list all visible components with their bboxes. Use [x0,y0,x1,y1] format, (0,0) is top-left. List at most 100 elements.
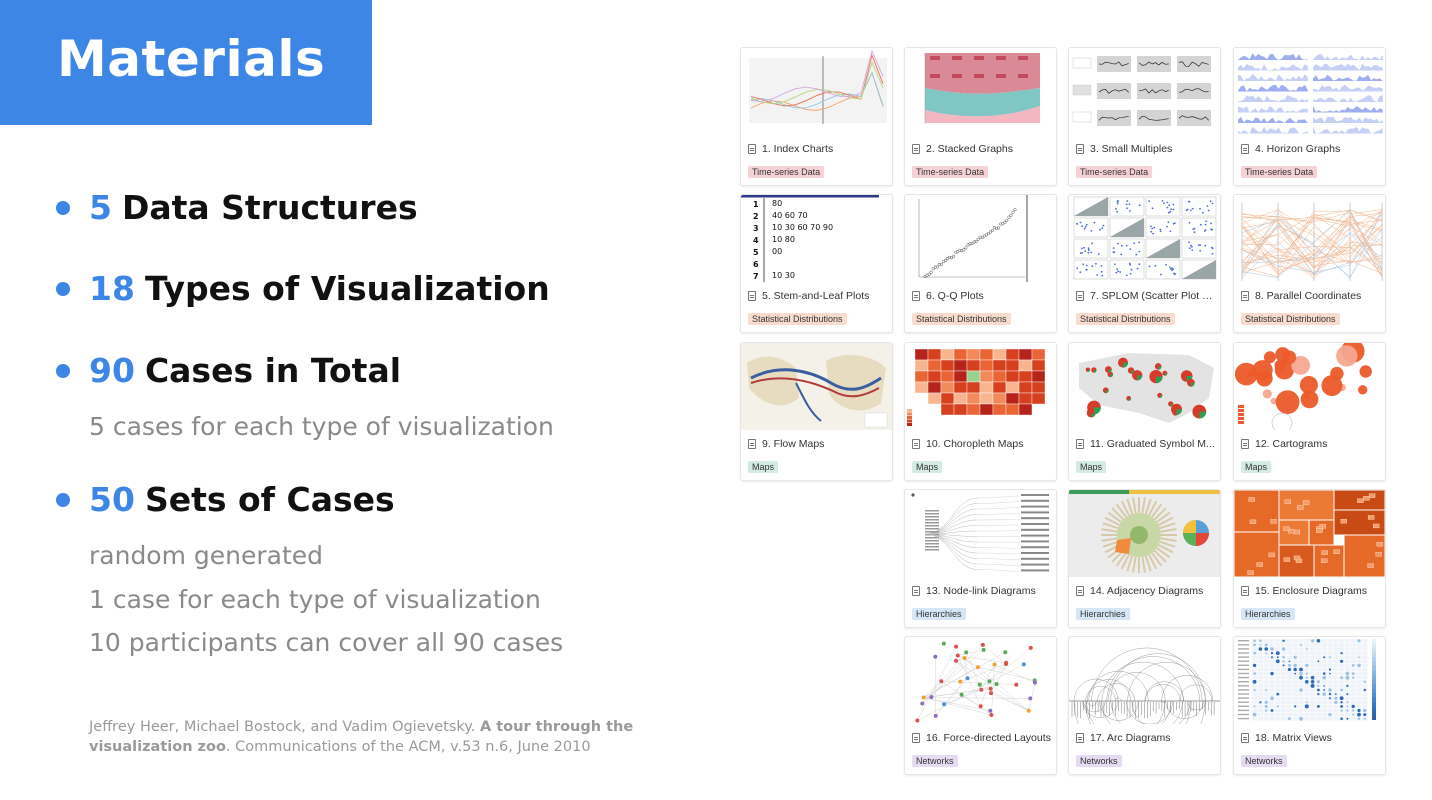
card-title-text: 13. Node-link Diagrams [926,585,1036,597]
card-title: 10. Choropleth Maps [912,438,1052,450]
card-title-text: 18. Matrix Views [1255,732,1332,744]
category-tag: Networks [912,755,958,767]
page-icon [912,733,920,743]
splom-thumbnail [1069,195,1220,282]
visualization-card[interactable]: 1 80 2 40 60 70 3 10 30 60 70 90 4 10 80 5 00 6 7 10… [740,194,893,333]
visualization-card[interactable]: 15. Enclosure Diagrams Hierarchies [1233,489,1386,628]
adjacency-thumbnail [1069,490,1220,577]
card-title-text: 7. SPLOM (Scatter Plot M... [1090,290,1216,302]
visualization-card[interactable]: 13. Node-link Diagrams Hierarchies [904,489,1057,628]
visualization-card[interactable]: 18. Matrix Views Networks [1233,636,1386,775]
svg-text:4: 4 [753,236,759,245]
card-title-text: 17. Arc Diagrams [1090,732,1171,744]
page-icon [912,439,920,449]
graduated-symbol-thumbnail [1069,343,1220,430]
card-title: 18. Matrix Views [1241,732,1381,744]
card-title: 11. Graduated Symbol M... [1076,438,1216,450]
card-title: 9. Flow Maps [748,438,888,450]
category-tag: Statistical Distributions [912,313,1011,325]
bullet-subtext: 5 cases for each type of visualization [89,412,554,441]
page-icon [1241,733,1249,743]
stem-leaf-thumbnail: 1 80 2 40 60 70 3 10 30 60 70 90 4 10 80 5 00 6 7 10… [741,195,892,282]
visualization-card[interactable]: 16. Force-directed Layouts Networks [904,636,1057,775]
visualization-card[interactable]: 1. Index Charts Time-series Data [740,47,893,186]
card-title-text: 11. Graduated Symbol M... [1090,438,1215,450]
card-title-text: 4. Horizon Graphs [1255,143,1341,155]
bullet-number: 50 [89,480,135,519]
category-tag: Time-series Data [748,166,825,178]
svg-text:80: 80 [772,199,782,208]
card-title: 6. Q-Q Plots [912,290,1052,302]
index-chart-thumbnail [741,48,892,135]
card-title: 16. Force-directed Layouts [912,732,1052,744]
bullet-text: Data Structures [121,188,418,227]
category-tag: Time-series Data [1076,166,1153,178]
card-title-text: 3. Small Multiples [1090,143,1173,155]
page-icon [1076,439,1084,449]
citation: Jeffrey Heer, Michael Bostock, and Vadim… [89,717,709,757]
card-title: 3. Small Multiples [1076,143,1216,155]
bullet-text: Sets of Cases [144,480,395,519]
visualization-card[interactable]: 7. SPLOM (Scatter Plot M... Statistical D… [1068,194,1221,333]
visualization-card[interactable]: 6. Q-Q Plots Statistical Distributions [904,194,1057,333]
visualization-card[interactable]: 3. Small Multiples Time-series Data [1068,47,1221,186]
svg-text:10 80: 10 80 [772,235,795,244]
force-directed-thumbnail [905,637,1056,724]
bullet-visualization-types: 18 Types of Visualization [56,269,550,308]
page-icon [748,291,756,301]
visualization-card[interactable]: 14. Adjacency Diagrams Hierarchies [1068,489,1221,628]
bullet-subtext: 1 case for each type of visualization [89,585,541,614]
card-title-text: 1. Index Charts [762,143,834,155]
page-icon [912,586,920,596]
cartogram-thumbnail [1234,343,1385,430]
card-title: 12. Cartograms [1241,438,1381,450]
bullet-dot [56,492,70,507]
visualization-card[interactable]: 4. Horizon Graphs Time-series Data [1233,47,1386,186]
card-title-text: 12. Cartograms [1255,438,1328,450]
card-title: 13. Node-link Diagrams [912,585,1052,597]
qq-plot-thumbnail [905,195,1056,282]
visualization-card[interactable]: 2. Stacked Graphs Time-series Data [904,47,1057,186]
card-title-text: 5. Stem-and-Leaf Plots [762,290,870,302]
category-tag: Networks [1241,755,1287,767]
visualization-card[interactable]: 10. Choropleth Maps Maps [904,342,1057,481]
category-tag: Statistical Distributions [748,313,847,325]
svg-text:10 30 60 70 90: 10 30 60 70 90 [772,223,833,232]
svg-text:7: 7 [753,272,759,281]
page-icon [1076,144,1084,154]
visualization-card[interactable]: 11. Graduated Symbol M... Maps [1068,342,1221,481]
bullet-cases-total: 90 Cases in Total [56,351,401,390]
card-title: 7. SPLOM (Scatter Plot M... [1076,290,1216,302]
card-title-text: 8. Parallel Coordinates [1255,290,1362,302]
bullet-text: Types of Visualization [144,269,550,308]
bullet-number: 18 [89,269,135,308]
svg-text:10 30: 10 30 [772,271,795,280]
page-icon [1076,733,1084,743]
svg-text:5: 5 [753,248,759,257]
category-tag: Networks [1076,755,1122,767]
arc-diagram-thumbnail [1069,637,1220,724]
bullet-number: 5 [89,188,112,227]
bullet-text: Cases in Total [144,351,402,390]
visualization-card[interactable]: 12. Cartograms Maps [1233,342,1386,481]
category-tag: Statistical Distributions [1241,313,1340,325]
page-icon [1076,291,1084,301]
page-icon [1241,291,1249,301]
category-tag: Maps [912,461,943,473]
parallel-coords-thumbnail [1234,195,1385,282]
visualization-card[interactable]: 8. Parallel Coordinates Statistical Distr… [1233,194,1386,333]
page-icon [1076,586,1084,596]
citation-source: . Communications of the ACM, v.53 n.6, J… [225,739,591,755]
bullet-subtext: random generated [89,541,324,570]
page-icon [1241,144,1249,154]
svg-text:00: 00 [772,247,782,256]
category-tag: Statistical Distributions [1076,313,1175,325]
visualization-card[interactable]: 9. Flow Maps Maps [740,342,893,481]
category-tag: Time-series Data [912,166,989,178]
visualization-card[interactable]: 17. Arc Diagrams Networks [1068,636,1221,775]
card-title-text: 10. Choropleth Maps [926,438,1024,450]
bullet-number: 90 [89,351,135,390]
bullet-dot [56,200,70,215]
category-tag: Maps [748,461,779,473]
page-icon [912,291,920,301]
